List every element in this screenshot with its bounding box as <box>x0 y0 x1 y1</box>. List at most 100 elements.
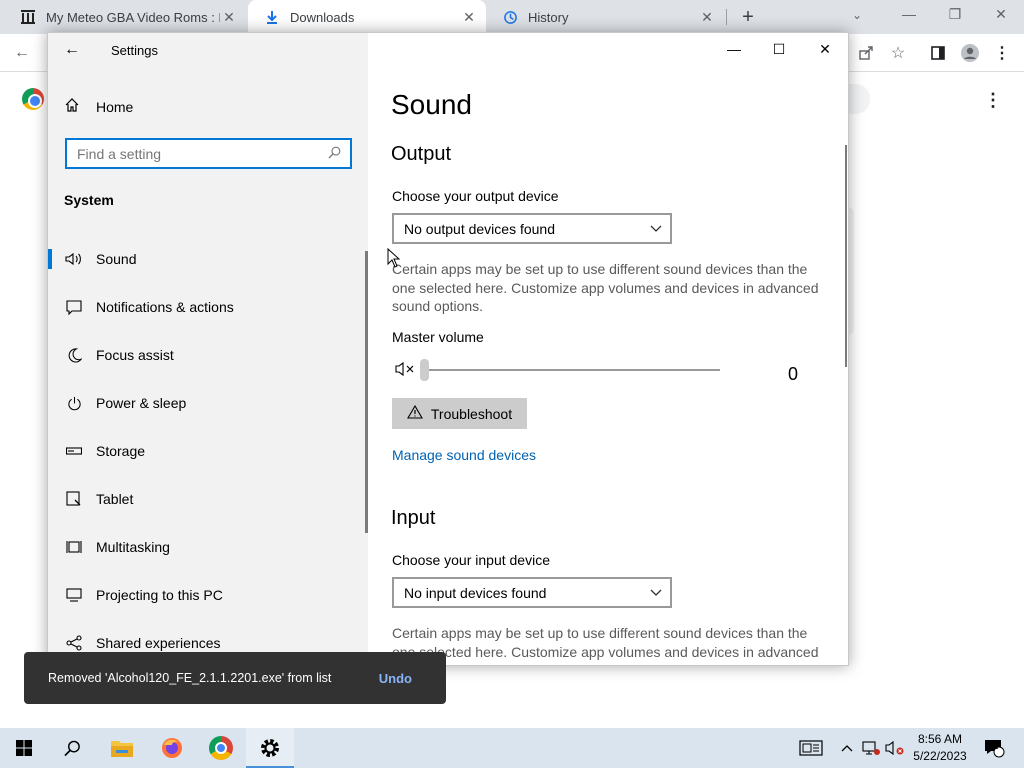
clock-date: 5/22/2023 <box>913 749 967 763</box>
chevron-down-icon <box>650 222 662 236</box>
task-view-keyboard-icon[interactable] <box>796 728 826 768</box>
volume-slider-thumb[interactable] <box>420 359 429 381</box>
speaker-icon <box>64 252 84 266</box>
tab-title: My Meteo GBA Video Roms : Fre <box>46 9 220 25</box>
sidebar-item-focus-assist[interactable]: Focus assist <box>48 331 368 379</box>
file-explorer-icon[interactable] <box>98 728 146 768</box>
sidebar-item-label: Tablet <box>96 491 134 507</box>
download-icon <box>264 9 280 25</box>
close-icon[interactable]: ✕ <box>698 8 716 26</box>
close-icon[interactable]: ✕ <box>460 8 478 26</box>
maximize-button[interactable]: ☐ <box>767 41 791 61</box>
toast-message: Removed 'Alcohol120_FE_2.1.1.2201.exe' f… <box>48 671 332 685</box>
settings-sidebar: ← Settings Home System Sound <box>48 33 368 665</box>
window-title: Settings <box>111 43 158 58</box>
archive-icon <box>20 9 36 25</box>
page-scrollbar[interactable] <box>845 145 847 367</box>
sidebar-item-notifications[interactable]: Notifications & actions <box>48 283 368 331</box>
volume-value: 0 <box>788 364 799 384</box>
taskbar-clock[interactable]: 8:56 AM 5/22/2023 <box>908 731 972 765</box>
tab-search-button[interactable]: ⌄ <box>852 8 862 22</box>
volume-muted-icon[interactable] <box>884 728 906 768</box>
output-device-dropdown[interactable]: No output devices found <box>392 213 672 244</box>
input-device-value: No input devices found <box>404 584 547 601</box>
settings-search[interactable] <box>65 138 352 169</box>
output-device-label: Choose your output device <box>392 188 559 204</box>
tablet-icon <box>64 491 84 507</box>
input-device-dropdown[interactable]: No input devices found <box>392 577 672 608</box>
back-arrow-icon[interactable]: ← <box>12 43 32 63</box>
sidebar-item-multitasking[interactable]: Multitasking <box>48 523 368 571</box>
tab-downloads[interactable]: Downloads ✕ <box>248 0 486 34</box>
troubleshoot-button[interactable]: Troubleshoot <box>392 398 527 429</box>
chevron-up-icon[interactable] <box>838 728 856 768</box>
more-menu-icon[interactable]: ⋮ <box>984 90 1002 111</box>
new-tab-button[interactable]: + <box>737 6 759 28</box>
settings-gear-icon[interactable] <box>246 728 294 768</box>
sidebar-item-sound[interactable]: Sound <box>48 235 368 283</box>
tab-title: History <box>528 9 569 25</box>
sidebar-item-label: Multitasking <box>96 539 170 555</box>
sidebar-item-label: Notifications & actions <box>96 299 234 315</box>
troubleshoot-label: Troubleshoot <box>430 405 513 422</box>
download-removed-toast: Removed 'Alcohol120_FE_2.1.1.2201.exe' f… <box>24 652 446 704</box>
tab-history[interactable]: History ✕ <box>486 0 724 34</box>
manage-sound-devices-link[interactable]: Manage sound devices <box>392 447 536 463</box>
profile-avatar-icon[interactable] <box>960 43 980 63</box>
home-nav-item[interactable]: Home <box>48 89 368 125</box>
input-heading: Input <box>391 507 436 529</box>
action-center-icon[interactable]: 1 <box>980 728 1008 768</box>
sound-page: — ☐ ✕ Sound Output Choose your output de… <box>368 33 848 665</box>
windows-taskbar: 8:56 AM 5/22/2023 1 <box>0 728 1024 768</box>
warning-icon <box>406 404 423 423</box>
restore-button[interactable]: ❐ <box>944 6 966 23</box>
sidebar-item-label: Shared experiences <box>96 635 221 651</box>
close-icon[interactable]: ✕ <box>220 8 238 26</box>
multitasking-icon <box>64 540 84 554</box>
chrome-icon[interactable] <box>197 728 245 768</box>
settings-window: ← Settings Home System Sound <box>47 32 849 666</box>
more-menu-icon[interactable]: ⋮ <box>992 43 1012 63</box>
volume-slider-track[interactable] <box>426 369 720 371</box>
tab-archive[interactable]: My Meteo GBA Video Roms : Fre ✕ <box>4 0 246 34</box>
undo-button[interactable]: Undo <box>379 671 412 686</box>
search-input[interactable] <box>67 145 328 162</box>
output-heading: Output <box>391 143 452 165</box>
sidebar-item-label: Storage <box>96 443 146 459</box>
shared-icon <box>64 635 84 651</box>
master-volume-label: Master volume <box>392 329 484 345</box>
side-panel-icon[interactable] <box>928 43 948 63</box>
history-icon <box>502 9 518 25</box>
search-icon[interactable] <box>48 728 96 768</box>
bookmark-star-icon[interactable]: ☆ <box>888 43 908 63</box>
firefox-icon[interactable] <box>148 728 196 768</box>
notification-count: 1 <box>993 741 999 752</box>
storage-icon <box>64 447 84 455</box>
chevron-down-icon <box>650 586 662 600</box>
moon-icon <box>64 347 84 363</box>
network-icon[interactable] <box>860 728 882 768</box>
windows-start-icon[interactable] <box>0 728 48 768</box>
sidebar-item-tablet[interactable]: Tablet <box>48 475 368 523</box>
sidebar-item-label: Focus assist <box>96 347 174 363</box>
close-button[interactable]: ✕ <box>813 41 837 61</box>
output-description: Certain apps may be set up to use differ… <box>392 261 819 314</box>
sidebar-item-storage[interactable]: Storage <box>48 427 368 475</box>
browser-tab-strip: My Meteo GBA Video Roms : Fre ✕ Download… <box>0 0 1024 34</box>
sidebar-item-projecting[interactable]: Projecting to this PC <box>48 571 368 619</box>
input-device-label: Choose your input device <box>392 552 550 568</box>
clock-time: 8:56 AM <box>917 732 963 746</box>
sidebar-item-power-sleep[interactable]: Power & sleep <box>48 379 368 427</box>
output-device-value: No output devices found <box>404 220 555 237</box>
share-icon[interactable] <box>856 43 876 63</box>
close-button[interactable]: ✕ <box>990 6 1012 23</box>
projecting-icon <box>64 588 84 602</box>
search-icon[interactable] <box>328 146 350 162</box>
mouse-cursor-icon <box>387 247 401 273</box>
speaker-muted-icon[interactable] <box>395 361 415 382</box>
sidebar-item-label: Power & sleep <box>96 395 187 411</box>
minimize-button[interactable]: — <box>898 6 920 22</box>
system-nav-list: Sound Notifications & actions Focus assi… <box>48 235 368 665</box>
back-arrow-icon[interactable]: ← <box>64 41 82 59</box>
minimize-button[interactable]: — <box>722 41 746 61</box>
